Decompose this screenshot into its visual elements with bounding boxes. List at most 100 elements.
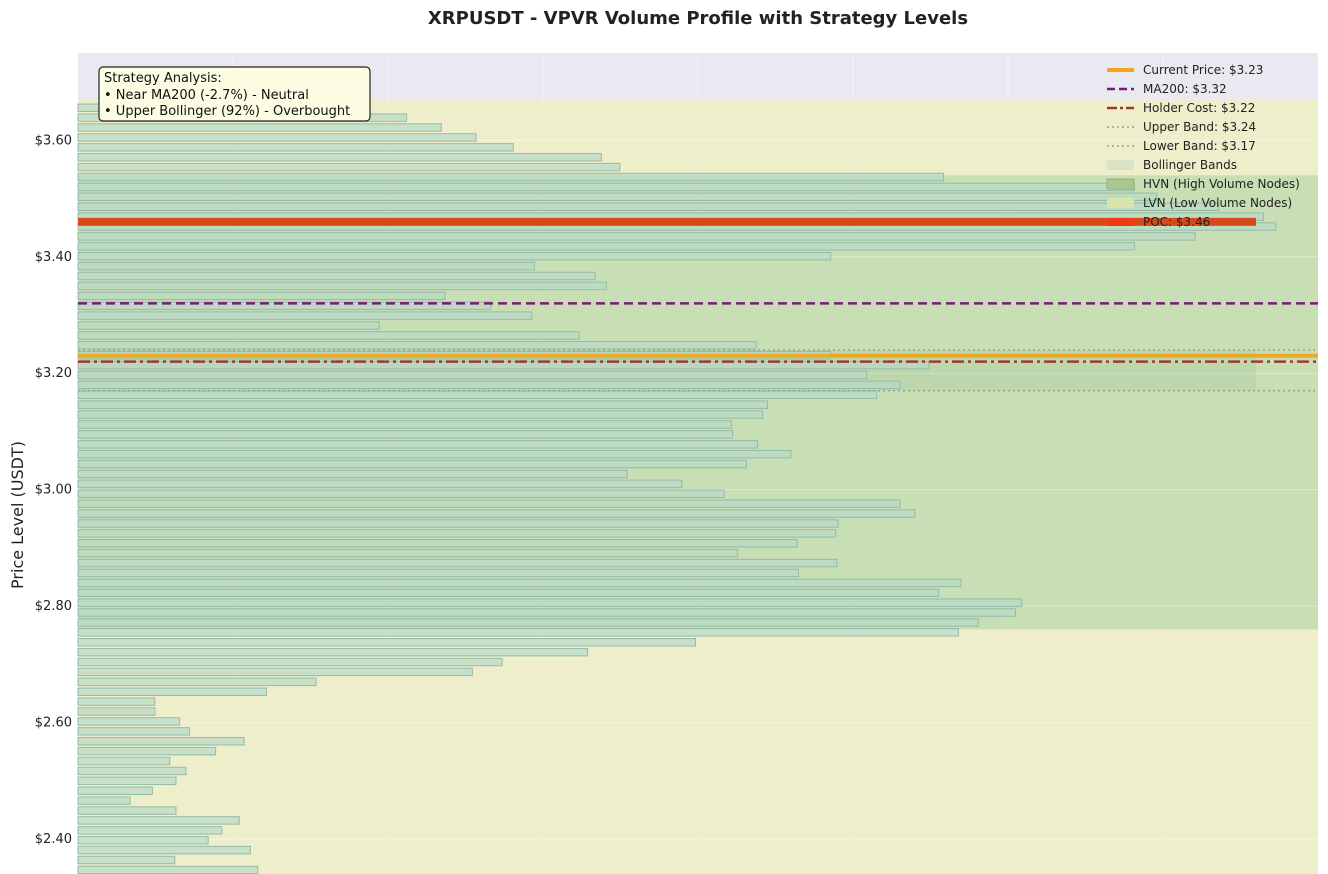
legend-label-3: Upper Band: $3.24: [1143, 120, 1256, 134]
plot-area: [77, 53, 1318, 874]
volume-bar-45: [77, 420, 732, 429]
legend-label-6: HVN (High Volume Nodes): [1143, 177, 1300, 191]
volume-bar-74: [77, 133, 477, 142]
volume-bar-58: [77, 291, 446, 301]
volume-bar-14: [77, 727, 191, 736]
volume-bar-6: [77, 806, 177, 815]
volume-bar-55: [77, 321, 380, 330]
volume-bar-8: [77, 786, 153, 795]
y-tick-label-0: $2.40: [35, 832, 72, 847]
volume-bar-20: [77, 667, 473, 677]
volume-bar-37: [77, 499, 901, 508]
volume-bar-0: [77, 865, 259, 874]
volume-bar-40: [77, 469, 628, 479]
volume-bar-69: [77, 182, 1135, 192]
volume-bar-22: [77, 647, 589, 657]
volume-bar-9: [77, 776, 177, 786]
volume-bar-30: [77, 568, 799, 578]
volume-bar-28: [77, 588, 940, 597]
legend-swatch-hvn: [1106, 178, 1135, 190]
legend-label-2: Holder Cost: $3.22: [1143, 101, 1255, 115]
annotation-line-ma200: • Near MA200 (-2.7%) - Neutral: [104, 88, 309, 103]
volume-bar-27: [77, 598, 1023, 607]
volume-bar-61: [77, 261, 535, 271]
legend-label-1: MA200: $3.32: [1143, 82, 1227, 96]
volume-bar-21: [77, 657, 503, 667]
strategy-annotation: Strategy Analysis: • Near MA200 (-2.7%) …: [98, 66, 371, 122]
volume-bar-1: [77, 855, 176, 865]
volume-bar-23: [77, 638, 697, 647]
volume-bar-25: [77, 618, 979, 627]
volume-bar-42: [77, 449, 792, 459]
volume-bar-38: [77, 489, 725, 499]
volume-bar-43: [77, 440, 759, 449]
volume-bar-50: [77, 370, 868, 380]
volume-bar-72: [77, 152, 602, 162]
volume-bar-41: [77, 459, 747, 469]
volume-bar-48: [77, 390, 878, 400]
volume-bar-32: [77, 548, 739, 558]
volume-bar-59: [77, 281, 607, 291]
volume-bar-29: [77, 578, 962, 588]
y-axis-ticks: $2.40 $2.60 $2.80 $3.00 $3.20 $3.40 $3.60: [35, 133, 72, 847]
volume-bar-60: [77, 271, 596, 281]
y-tick-label-2: $2.80: [35, 599, 72, 614]
y-tick-label-5: $3.40: [35, 250, 72, 265]
volume-bar-15: [77, 717, 181, 726]
volume-bar-64: [77, 232, 1196, 241]
volume-bar-75: [77, 123, 442, 132]
vpvr-chart: XRPUSDT - VPVR Volume Profile with Strat…: [8, 8, 1318, 874]
volume-bar-16: [77, 707, 156, 716]
volume-bar-71: [77, 162, 621, 172]
legend-label-4: Lower Band: $3.17: [1143, 139, 1256, 153]
y-tick-label-1: $2.60: [35, 716, 72, 731]
volume-bar-67: [77, 202, 1220, 211]
volume-bar-39: [77, 479, 683, 489]
volume-bar-12: [77, 746, 217, 756]
y-tick-label-3: $3.00: [35, 483, 72, 498]
volume-bar-46: [77, 410, 763, 419]
volume-bar-17: [77, 697, 156, 706]
legend-label-8: POC: $3.46: [1143, 215, 1210, 229]
volume-bar-36: [77, 509, 916, 518]
y-tick-label-6: $3.60: [35, 133, 72, 148]
volume-bar-73: [77, 143, 514, 152]
volume-bar-44: [77, 430, 734, 439]
annotation-line-title: Strategy Analysis:: [104, 71, 222, 86]
volume-bar-33: [77, 539, 798, 548]
legend-label-0: Current Price: $3.23: [1143, 63, 1263, 77]
volume-bar-54: [77, 331, 580, 340]
volume-bar-13: [77, 737, 245, 746]
legend-label-5: Bollinger Bands: [1143, 158, 1237, 172]
volume-bar-3: [77, 836, 209, 845]
volume-bar-4: [77, 826, 223, 835]
volume-bar-34: [77, 529, 837, 538]
chart-title: XRPUSDT - VPVR Volume Profile with Strat…: [428, 8, 968, 29]
volume-bar-47: [77, 400, 768, 409]
volume-bar-35: [77, 519, 839, 528]
legend-swatch-poc: [1107, 218, 1134, 226]
volume-bar-62: [77, 251, 832, 261]
legend-item-5: Bollinger Bands: [1107, 158, 1237, 172]
legend-swatch-bollinger: [1107, 160, 1134, 170]
annotation-line-bollinger: • Upper Bollinger (92%) - Overbought: [104, 104, 350, 119]
legend-label-7: LVN (Low Volume Nodes): [1143, 196, 1292, 210]
volume-bar-53: [77, 341, 757, 350]
y-axis-label: Price Level (USDT): [8, 441, 27, 589]
volume-bar-26: [77, 608, 1016, 617]
y-tick-label-4: $3.20: [35, 366, 72, 381]
volume-bar-68: [77, 192, 1158, 202]
volume-bar-56: [77, 311, 533, 320]
volume-bar-7: [77, 796, 131, 805]
volume-bar-11: [77, 756, 171, 766]
volume-bar-19: [77, 677, 317, 687]
volume-bar-5: [77, 816, 240, 825]
volume-bar-2: [77, 845, 251, 855]
volume-bar-24: [77, 628, 959, 637]
volume-bar-18: [77, 687, 267, 696]
volume-bar-70: [77, 172, 945, 182]
volume-bar-49: [77, 380, 901, 390]
volume-bar-10: [77, 766, 187, 776]
legend-swatch-lvn: [1107, 198, 1134, 208]
volume-bar-63: [77, 242, 1135, 251]
